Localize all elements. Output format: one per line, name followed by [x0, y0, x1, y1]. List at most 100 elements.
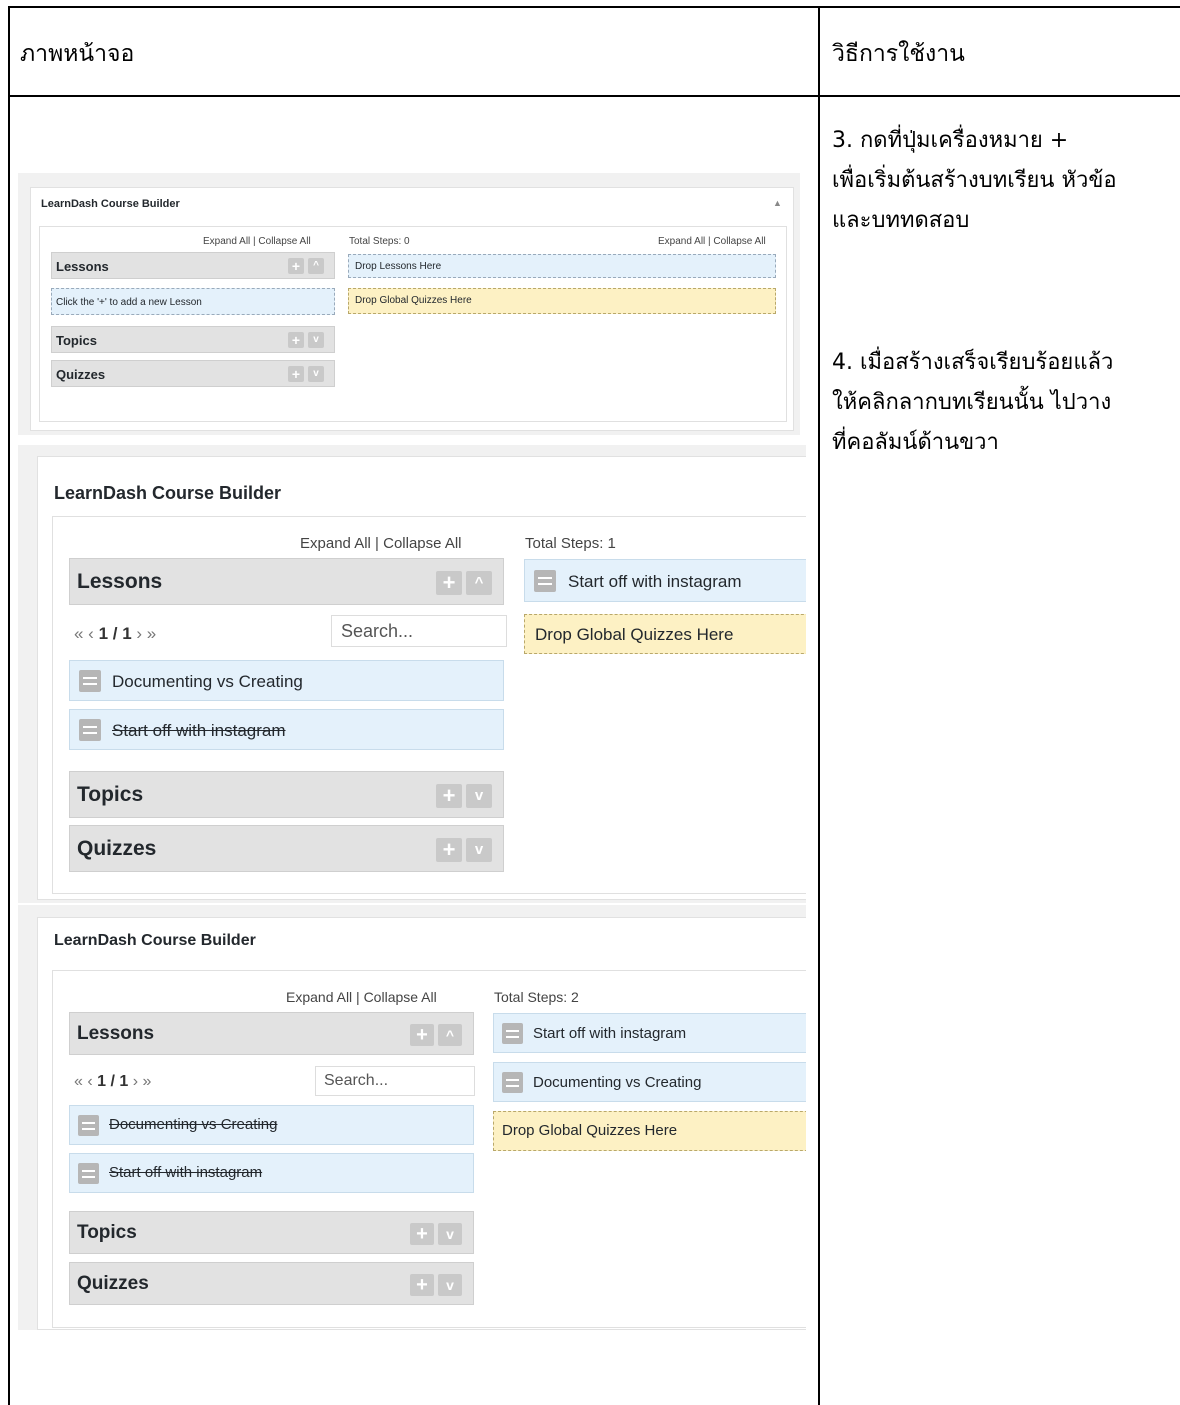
step-item-instagram[interactable]: Start off with instagram [524, 559, 806, 602]
total-steps-label: Total Steps: 2 [494, 989, 579, 1005]
quizzes-section-header[interactable]: Quizzes + v [51, 360, 335, 387]
instruction-line: เพื่อเริ่มต้นสร้างบทเรียน หัวข้อ [832, 168, 1117, 193]
right-expand-collapse-links[interactable]: Expand All | Collapse All [658, 236, 766, 247]
expand-quizzes-button[interactable]: v [438, 1274, 462, 1296]
lesson-item-label: Documenting vs Creating [112, 672, 303, 691]
instruction-step-3: 3. กดที่ปุ่มเครื่องหมาย + เพื่อเริ่มต้นส… [832, 121, 1177, 241]
drop-lessons-zone[interactable]: Drop Lessons Here [348, 254, 776, 278]
drop-global-quizzes-zone[interactable]: Drop Global Quizzes Here [348, 288, 776, 314]
step-item-label: Start off with instagram [568, 572, 742, 591]
step-item-documenting[interactable]: Documenting vs Creating [493, 1062, 806, 1102]
quizzes-label: Quizzes [56, 367, 106, 382]
lesson-icon [79, 719, 101, 741]
course-builder-screenshot-1: LearnDash Course Builder ▲ Expand All | … [18, 173, 800, 435]
left-expand-collapse-links[interactable]: Expand All | Collapse All [203, 236, 311, 247]
lessons-search-input[interactable]: Search... [331, 615, 507, 647]
instruction-line: ให้คลิกลากบทเรียนนั้น ไปวาง [832, 390, 1112, 415]
quizzes-label: Quizzes [77, 1273, 149, 1294]
add-lesson-button[interactable]: + [288, 258, 304, 274]
pager-current: 1 / 1 [97, 1073, 129, 1090]
pager-prev[interactable]: « ‹ [74, 1073, 93, 1090]
collapse-lessons-button[interactable]: ^ [466, 571, 492, 595]
add-topic-button[interactable]: + [410, 1223, 434, 1245]
lessons-label: Lessons [77, 1023, 155, 1044]
topics-section-header[interactable]: Topics + v [69, 1211, 474, 1254]
pager-next[interactable]: › » [133, 1073, 152, 1090]
step-item-label: Documenting vs Creating [533, 1074, 702, 1091]
left-expand-collapse-links[interactable]: Expand All | Collapse All [300, 535, 462, 552]
course-builder-screenshot-3: LearnDash Course Builder Expand All | Co… [18, 905, 806, 1330]
lessons-section-header[interactable]: Lessons + ^ [51, 252, 335, 279]
topics-section-header[interactable]: Topics + v [69, 771, 504, 818]
quizzes-section-header[interactable]: Quizzes + v [69, 825, 504, 872]
topics-label: Topics [77, 783, 144, 806]
instruction-line: 3. กดที่ปุ่มเครื่องหมาย + [832, 128, 1069, 153]
drop-global-quizzes-zone[interactable]: Drop Global Quizzes Here [493, 1111, 806, 1151]
lesson-item-documenting[interactable]: Documenting vs Creating [69, 1105, 474, 1145]
add-quiz-button[interactable]: + [410, 1274, 434, 1296]
add-topic-button[interactable]: + [288, 332, 304, 348]
lesson-item-documenting[interactable]: Documenting vs Creating [69, 660, 504, 701]
course-builder-box: LearnDash Course Builder ▲ Expand All | … [30, 187, 794, 431]
instruction-line: 4. เมื่อสร้างเสร็จเรียบร้อยแล้ว [832, 350, 1114, 375]
lesson-item-instagram[interactable]: Start off with instagram [69, 709, 504, 750]
quizzes-section-header[interactable]: Quizzes + v [69, 1262, 474, 1305]
step-item-instagram[interactable]: Start off with instagram [493, 1013, 806, 1053]
lessons-section-header[interactable]: Lessons + ^ [69, 1012, 474, 1055]
table-header-divider [8, 95, 1180, 97]
expand-quizzes-button[interactable]: v [466, 838, 492, 862]
add-lesson-hint: Click the '+' to add a new Lesson [51, 288, 335, 315]
drop-global-quizzes-zone[interactable]: Drop Global Quizzes Here [524, 614, 806, 654]
lesson-icon [78, 1115, 99, 1136]
lessons-pagination[interactable]: « ‹ 1 / 1 › » [74, 1073, 151, 1091]
lesson-icon [78, 1163, 99, 1184]
expand-topics-button[interactable]: v [308, 332, 324, 348]
table-border-middle [818, 6, 820, 1405]
lesson-item-label: Start off with instagram [112, 721, 286, 740]
topics-section-header[interactable]: Topics + v [51, 326, 335, 353]
course-builder-box: LearnDash Course Builder Expand All | Co… [37, 917, 806, 1330]
course-builder-screenshot-2: LearnDash Course Builder Expand All | Co… [18, 445, 806, 903]
add-lesson-button[interactable]: + [436, 571, 462, 595]
collapse-lessons-button[interactable]: ^ [308, 258, 324, 274]
total-steps-label: Total Steps: 1 [525, 535, 616, 552]
course-builder-title: LearnDash Course Builder [41, 198, 180, 210]
step-item-label: Start off with instagram [533, 1025, 687, 1042]
expand-quizzes-button[interactable]: v [308, 366, 324, 382]
lessons-search-input[interactable]: Search... [315, 1066, 475, 1096]
column-header-usage: วิธีการใช้งาน [832, 41, 965, 67]
table-border-left [8, 6, 10, 1405]
expand-topics-button[interactable]: v [466, 784, 492, 808]
add-quiz-button[interactable]: + [288, 366, 304, 382]
lesson-item-instagram[interactable]: Start off with instagram [69, 1153, 474, 1193]
instruction-step-4: 4. เมื่อสร้างเสร็จเรียบร้อยแล้ว ให้คลิกล… [832, 343, 1177, 463]
quizzes-label: Quizzes [77, 837, 157, 860]
lesson-icon [534, 570, 556, 592]
total-steps-label: Total Steps: 0 [349, 236, 410, 247]
table-border-top [8, 6, 1180, 8]
left-expand-collapse-links[interactable]: Expand All | Collapse All [286, 989, 437, 1005]
lesson-icon [79, 670, 101, 692]
add-quiz-button[interactable]: + [436, 838, 462, 862]
column-header-screenshot: ภาพหน้าจอ [20, 41, 135, 67]
lessons-label: Lessons [56, 259, 109, 274]
pager-current: 1 / 1 [98, 624, 132, 643]
pager-next[interactable]: › » [136, 624, 156, 643]
collapse-lessons-button[interactable]: ^ [438, 1024, 462, 1046]
course-builder-title: LearnDash Course Builder [54, 483, 282, 503]
course-builder-title: LearnDash Course Builder [54, 932, 256, 949]
collapse-panel-icon[interactable]: ▲ [773, 198, 782, 208]
topics-label: Topics [56, 333, 97, 348]
instruction-line: ที่คอลัมน์ด้านขวา [832, 430, 999, 455]
add-lesson-button[interactable]: + [410, 1024, 434, 1046]
add-topic-button[interactable]: + [436, 784, 462, 808]
lesson-icon [502, 1023, 523, 1044]
course-builder-box: LearnDash Course Builder Expand All | Co… [37, 456, 806, 900]
expand-topics-button[interactable]: v [438, 1223, 462, 1245]
lessons-pagination[interactable]: « ‹ 1 / 1 › » [74, 624, 156, 644]
lesson-icon [502, 1072, 523, 1093]
lesson-item-label: Documenting vs Creating [109, 1116, 278, 1133]
lesson-item-label: Start off with instagram [109, 1164, 263, 1181]
lessons-section-header[interactable]: Lessons + ^ [69, 558, 504, 605]
pager-prev[interactable]: « ‹ [74, 624, 94, 643]
